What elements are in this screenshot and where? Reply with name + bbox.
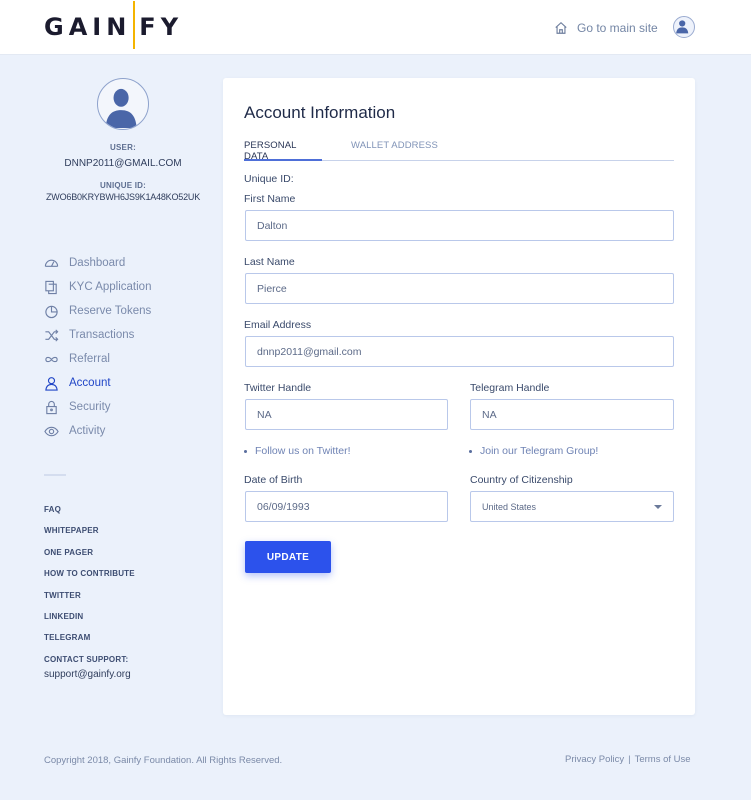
email-input[interactable]: dnnp2011@gmail.com [245,336,674,367]
sidebar-nav: Dashboard KYC Application Reserve Tokens… [44,251,151,443]
sidebar-item-transactions[interactable]: Transactions [44,323,151,347]
terms-of-use-link[interactable]: Terms of Use [635,754,691,765]
footer-links: Privacy Policy | Terms of Use [565,754,691,765]
country-label: Country of Citizenship [470,474,573,486]
last-name-input[interactable]: Pierce [245,273,674,304]
sidebar: USER: DNNP2011@GMAIL.COM UNIQUE ID: ZWO6… [0,55,223,745]
sidebar-links: FAQ WHITEPAPER ONE PAGER HOW TO CONTRIBU… [44,504,135,675]
sidebar-item-security[interactable]: Security [44,395,151,419]
telegram-handle-label: Telegram Handle [470,382,550,394]
gainfy-logo[interactable]: GAIN FY [44,1,184,49]
sidebar-item-account[interactable]: Account [44,371,151,395]
logo-text-right: FY [139,13,184,41]
main-site-label: Go to main site [577,21,658,35]
chevron-down-icon [654,505,662,509]
tab-wallet-address[interactable]: WALLET ADDRESS [351,140,438,161]
link-whitepaper[interactable]: WHITEPAPER [44,525,135,546]
sidebar-item-reserve-tokens[interactable]: Reserve Tokens [44,299,151,323]
privacy-policy-link[interactable]: Privacy Policy [565,754,624,765]
account-info-card: Account Information PERSONAL DATA WALLET… [223,78,695,715]
unique-id-field-label: Unique ID: [244,173,294,185]
date-of-birth-input[interactable]: 06/09/1993 [245,491,448,522]
footer-separator: | [628,754,631,765]
page-title: Account Information [244,103,396,122]
account-tabs: PERSONAL DATA WALLET ADDRESS [244,140,674,162]
tab-personal-data[interactable]: PERSONAL DATA [244,140,322,162]
sidebar-item-label: Referral [69,353,110,365]
country-select[interactable]: United States [470,491,674,522]
documents-icon [45,280,57,294]
twitter-handle-input[interactable]: NA [245,399,448,430]
sidebar-item-label: Dashboard [69,257,126,269]
sidebar-item-label: Security [69,401,111,413]
eye-icon [44,426,59,436]
country-select-value: United States [482,501,537,512]
sidebar-item-label: Activity [69,425,106,437]
link-faq[interactable]: FAQ [44,504,135,525]
sidebar-item-label: KYC Application [69,281,152,293]
home-icon [555,21,567,34]
date-of-birth-label: Date of Birth [244,474,303,486]
logo-bar [133,1,136,49]
join-telegram-link[interactable]: Join our Telegram Group! [469,445,598,457]
first-name-input[interactable]: Dalton [245,210,674,241]
header-avatar[interactable] [673,16,695,38]
shuffle-icon [45,328,59,342]
user-email: DNNP2011@GMAIL.COM [64,158,182,169]
pie-chart-icon [45,305,58,318]
follow-twitter-link[interactable]: Follow us on Twitter! [244,445,351,457]
follow-twitter-text: Follow us on Twitter! [255,445,351,457]
bullet-dot [244,449,247,453]
top-header: GAIN FY Go to main site [0,0,751,55]
logo-text-left: GAIN [44,13,132,41]
update-button[interactable]: UPDATE [245,541,331,573]
email-label: Email Address [244,319,312,331]
sidebar-divider [44,474,66,476]
dashboard-icon [44,259,59,267]
sidebar-item-dashboard[interactable]: Dashboard [44,251,151,275]
link-linkedin[interactable]: LINKEDIN [44,611,135,632]
infinity-icon [45,356,58,362]
telegram-handle-input[interactable]: NA [470,399,674,430]
user-avatar-icon [676,20,689,34]
first-name-label: First Name [244,193,296,205]
go-to-main-site-link[interactable]: Go to main site [554,18,658,38]
link-how-to-contribute[interactable]: HOW TO CONTRIBUTE [44,568,135,589]
sidebar-item-label: Reserve Tokens [69,305,152,317]
user-label: USER: [110,143,136,152]
twitter-handle-label: Twitter Handle [244,382,312,394]
link-one-pager[interactable]: ONE PAGER [44,547,135,568]
unique-id-label: UNIQUE ID: [100,181,146,190]
unique-id-value: ZWO6B0KRYBWH6JS9K1A48KO52UK [46,192,200,202]
user-icon [45,376,58,391]
sidebar-item-label: Account [69,377,111,389]
link-telegram[interactable]: TELEGRAM [44,632,135,653]
sidebar-item-label: Transactions [69,329,135,341]
sidebar-item-kyc-application[interactable]: KYC Application [44,275,151,299]
lock-icon [46,400,57,414]
join-telegram-text: Join our Telegram Group! [480,445,599,457]
support-email-link[interactable]: support@gainfy.org [44,669,131,680]
bullet-dot [469,449,472,453]
sidebar-item-activity[interactable]: Activity [44,419,151,443]
user-avatar-icon [105,88,137,128]
sidebar-item-referral[interactable]: Referral [44,347,151,371]
last-name-label: Last Name [244,256,295,268]
footer-copyright: Copyright 2018, Gainfy Foundation. All R… [44,755,283,766]
profile-avatar [97,78,149,130]
link-twitter[interactable]: TWITTER [44,590,135,611]
